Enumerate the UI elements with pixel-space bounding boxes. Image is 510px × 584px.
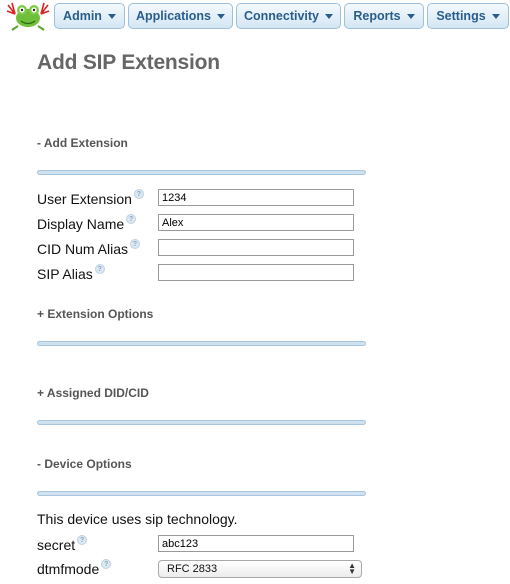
section-assigned-did-cid[interactable]: + Assigned DID/CID	[37, 386, 149, 400]
nav-reports-label: Reports	[353, 9, 401, 23]
display-name-input[interactable]	[158, 214, 354, 231]
chevron-down-icon	[491, 14, 500, 19]
dtmfmode-label: dtmfmode ?	[37, 559, 112, 577]
section-add-extension[interactable]: - Add Extension	[37, 136, 128, 150]
cid-num-alias-input[interactable]	[158, 239, 354, 256]
nav-settings-menu[interactable]: Settings	[427, 3, 509, 29]
help-icon[interactable]: ?	[94, 264, 105, 274]
cid-num-alias-label-text: CID Num Alias	[37, 241, 129, 257]
nav-admin-label: Admin	[63, 9, 102, 23]
nav-admin-menu[interactable]: Admin	[54, 3, 125, 29]
sip-alias-label-text: SIP Alias	[37, 266, 93, 282]
dtmfmode-selected-value: RFC 2833	[167, 563, 218, 575]
user-extension-label: User Extension ?	[37, 189, 144, 207]
secret-input[interactable]	[158, 535, 354, 552]
chevron-down-icon	[406, 14, 415, 19]
nav-applications-menu[interactable]: Applications	[128, 3, 233, 29]
nav-connectivity-label: Connectivity	[243, 9, 319, 23]
page-title: Add SIP Extension	[37, 51, 220, 74]
help-icon[interactable]: ?	[130, 239, 141, 249]
display-name-label-text: Display Name	[37, 216, 125, 232]
nav-settings-label: Settings	[436, 9, 486, 23]
chevron-down-icon	[217, 14, 225, 19]
sip-alias-input[interactable]	[158, 264, 354, 281]
device-technology-text: This device uses sip technology.	[37, 511, 238, 527]
help-icon[interactable]: ?	[77, 535, 88, 545]
user-extension-label-text: User Extension	[37, 191, 132, 207]
user-extension-input[interactable]	[158, 189, 354, 206]
section-divider	[37, 170, 366, 175]
secret-label: secret ?	[37, 535, 88, 553]
section-divider	[37, 491, 366, 496]
section-divider	[37, 420, 366, 425]
nav-applications-label: Applications	[135, 9, 211, 23]
section-divider	[37, 341, 366, 346]
secret-label-text: secret	[37, 537, 76, 553]
select-arrows-icon: ▲ ▼	[348, 561, 356, 576]
help-icon[interactable]: ?	[126, 214, 137, 224]
nav-connectivity-menu[interactable]: Connectivity	[236, 3, 341, 29]
dtmfmode-select[interactable]: RFC 2833 ▲ ▼	[158, 560, 362, 578]
cid-num-alias-label: CID Num Alias ?	[37, 239, 141, 257]
chevron-down-icon	[107, 14, 116, 19]
nav-reports-menu[interactable]: Reports	[344, 3, 424, 29]
sip-alias-label: SIP Alias ?	[37, 264, 105, 282]
display-name-label: Display Name ?	[37, 214, 137, 232]
help-icon[interactable]: ?	[101, 559, 112, 569]
frog-logo-icon[interactable]	[6, 1, 50, 31]
section-device-options[interactable]: - Device Options	[37, 457, 132, 471]
chevron-down-icon	[325, 14, 333, 19]
top-nav-bar: Admin Applications Connectivity Reports …	[0, 0, 510, 32]
dtmfmode-label-text: dtmfmode	[37, 561, 100, 577]
section-extension-options[interactable]: + Extension Options	[37, 307, 153, 321]
help-icon[interactable]: ?	[133, 189, 144, 199]
